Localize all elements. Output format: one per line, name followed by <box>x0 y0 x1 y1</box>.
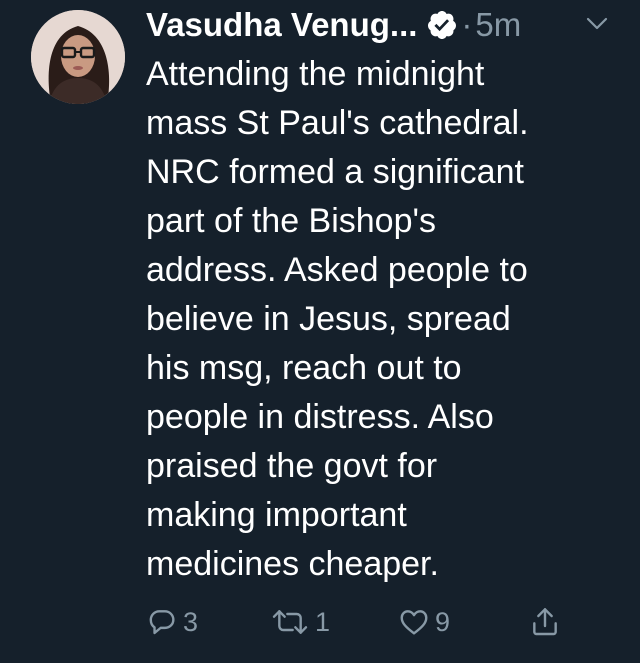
tweet-text: Attending the midnight mass St Paul's ca… <box>146 50 606 589</box>
verified-badge-icon <box>426 9 458 41</box>
avatar-image <box>31 10 125 104</box>
tweet-text-line: mass St Paul's cathedral. <box>146 104 529 142</box>
avatar[interactable] <box>31 10 125 104</box>
reply-icon <box>149 610 175 635</box>
tweet-actions: 3 1 9 <box>146 602 606 642</box>
tweet-text-line: Attending the midnight <box>146 55 485 93</box>
tweet-card[interactable]: Vasudha Venug... · 5m Attending the midn… <box>0 0 640 663</box>
like-button[interactable]: 9 <box>398 602 450 642</box>
author-display-name[interactable]: Vasudha Venug... <box>146 6 417 44</box>
tweet-text-line: believe in Jesus, spread <box>146 300 511 338</box>
chevron-down-icon[interactable] <box>585 14 609 34</box>
tweet-text-line: medicines cheaper. <box>146 545 439 583</box>
tweet-header: Vasudha Venug... · 5m <box>146 0 626 50</box>
reply-count: 3 <box>183 606 199 637</box>
like-count: 9 <box>435 606 451 637</box>
tweet-text-line: address. Asked people to <box>146 251 528 289</box>
retweet-icon <box>272 610 308 634</box>
tweet-text-line: people in distress. Also <box>146 398 494 436</box>
tweet-timestamp[interactable]: 5m <box>475 6 521 44</box>
retweet-button[interactable]: 1 <box>270 602 330 642</box>
tweet-text-line: NRC formed a significant <box>146 153 524 191</box>
tweet-text-line: part of the Bishop's <box>146 202 436 240</box>
reply-button[interactable]: 3 <box>146 602 198 642</box>
tweet-text-line: his msg, reach out to <box>146 349 462 387</box>
retweet-count: 1 <box>315 606 331 637</box>
heart-icon <box>400 610 428 635</box>
separator-dot: · <box>461 6 473 43</box>
share-icon <box>533 608 557 636</box>
tweet-text-line: making important <box>146 496 407 534</box>
share-button[interactable] <box>529 602 561 642</box>
tweet-text-line: praised the govt for <box>146 447 438 485</box>
